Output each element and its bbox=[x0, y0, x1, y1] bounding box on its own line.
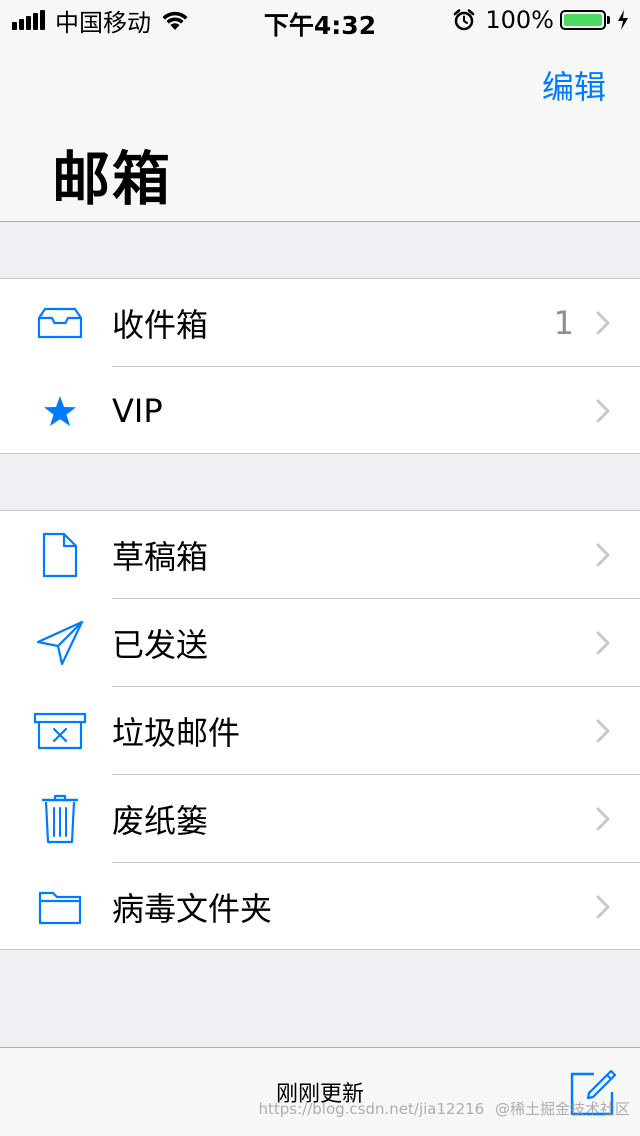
status-bar: 中国移动 下午4:32 100% bbox=[0, 0, 640, 40]
charging-icon bbox=[618, 10, 628, 30]
mailboxes-screen: 中国移动 下午4:32 100% 编辑 邮箱 收件箱 1 VIP 草稿箱 已发送… bbox=[0, 0, 640, 1136]
chevron-right-icon bbox=[596, 863, 610, 951]
draft-document-icon bbox=[30, 511, 90, 599]
page-title: 邮箱 bbox=[52, 145, 173, 213]
battery-cap bbox=[607, 16, 610, 24]
unread-count: 1 bbox=[553, 304, 574, 342]
watermark: https://blog.csdn.net/jia12216 @稀土掘金技术社区 bbox=[259, 1098, 631, 1119]
mailbox-row-sent[interactable]: 已发送 bbox=[0, 599, 640, 687]
bottom-toolbar: 刚刚更新 https://blog.csdn.net/jia12216 @稀土掘… bbox=[0, 1047, 640, 1136]
battery-level bbox=[564, 14, 602, 26]
mailbox-label: 垃圾邮件 bbox=[112, 714, 241, 752]
inbox-icon bbox=[30, 279, 90, 367]
edit-button[interactable]: 编辑 bbox=[542, 62, 606, 108]
mailbox-row-trash[interactable]: 废纸篓 bbox=[0, 775, 640, 863]
battery-icon bbox=[560, 10, 606, 30]
chevron-right-icon bbox=[596, 599, 610, 687]
star-icon bbox=[30, 367, 90, 455]
chevron-right-icon bbox=[596, 687, 610, 775]
mailbox-label: VIP bbox=[112, 392, 163, 430]
mailbox-label: 已发送 bbox=[112, 626, 209, 664]
alarm-icon bbox=[454, 9, 475, 31]
mailbox-row-vip[interactable]: VIP bbox=[0, 367, 640, 455]
mailbox-row-virus-folder[interactable]: 病毒文件夹 bbox=[0, 863, 640, 951]
mailbox-group-folders: 草稿箱 已发送 垃圾邮件 废纸篓 病毒文件夹 bbox=[0, 510, 640, 950]
mailbox-label: 草稿箱 bbox=[112, 538, 209, 576]
watermark-site: @稀土掘金技术社区 bbox=[494, 1100, 630, 1118]
mailbox-row-junk[interactable]: 垃圾邮件 bbox=[0, 687, 640, 775]
mailbox-label: 收件箱 bbox=[112, 306, 209, 344]
chevron-right-icon bbox=[596, 775, 610, 863]
battery-percent: 100% bbox=[485, 6, 554, 34]
chevron-right-icon bbox=[596, 279, 610, 367]
navigation-bar: 编辑 邮箱 bbox=[0, 40, 640, 222]
trash-icon bbox=[30, 775, 90, 863]
mailbox-group-primary: 收件箱 1 VIP bbox=[0, 278, 640, 454]
junk-box-icon bbox=[30, 687, 90, 775]
mailbox-row-drafts[interactable]: 草稿箱 bbox=[0, 511, 640, 599]
folder-icon bbox=[30, 863, 90, 951]
watermark-url: https://blog.csdn.net/jia12216 bbox=[258, 1100, 485, 1118]
chevron-right-icon bbox=[596, 511, 610, 599]
paper-plane-icon bbox=[30, 599, 90, 687]
mailbox-label: 病毒文件夹 bbox=[112, 890, 273, 928]
chevron-right-icon bbox=[596, 367, 610, 455]
mailbox-label: 废纸篓 bbox=[112, 802, 209, 840]
status-right: 100% bbox=[453, 6, 630, 34]
mailbox-row-inbox[interactable]: 收件箱 1 bbox=[0, 279, 640, 367]
